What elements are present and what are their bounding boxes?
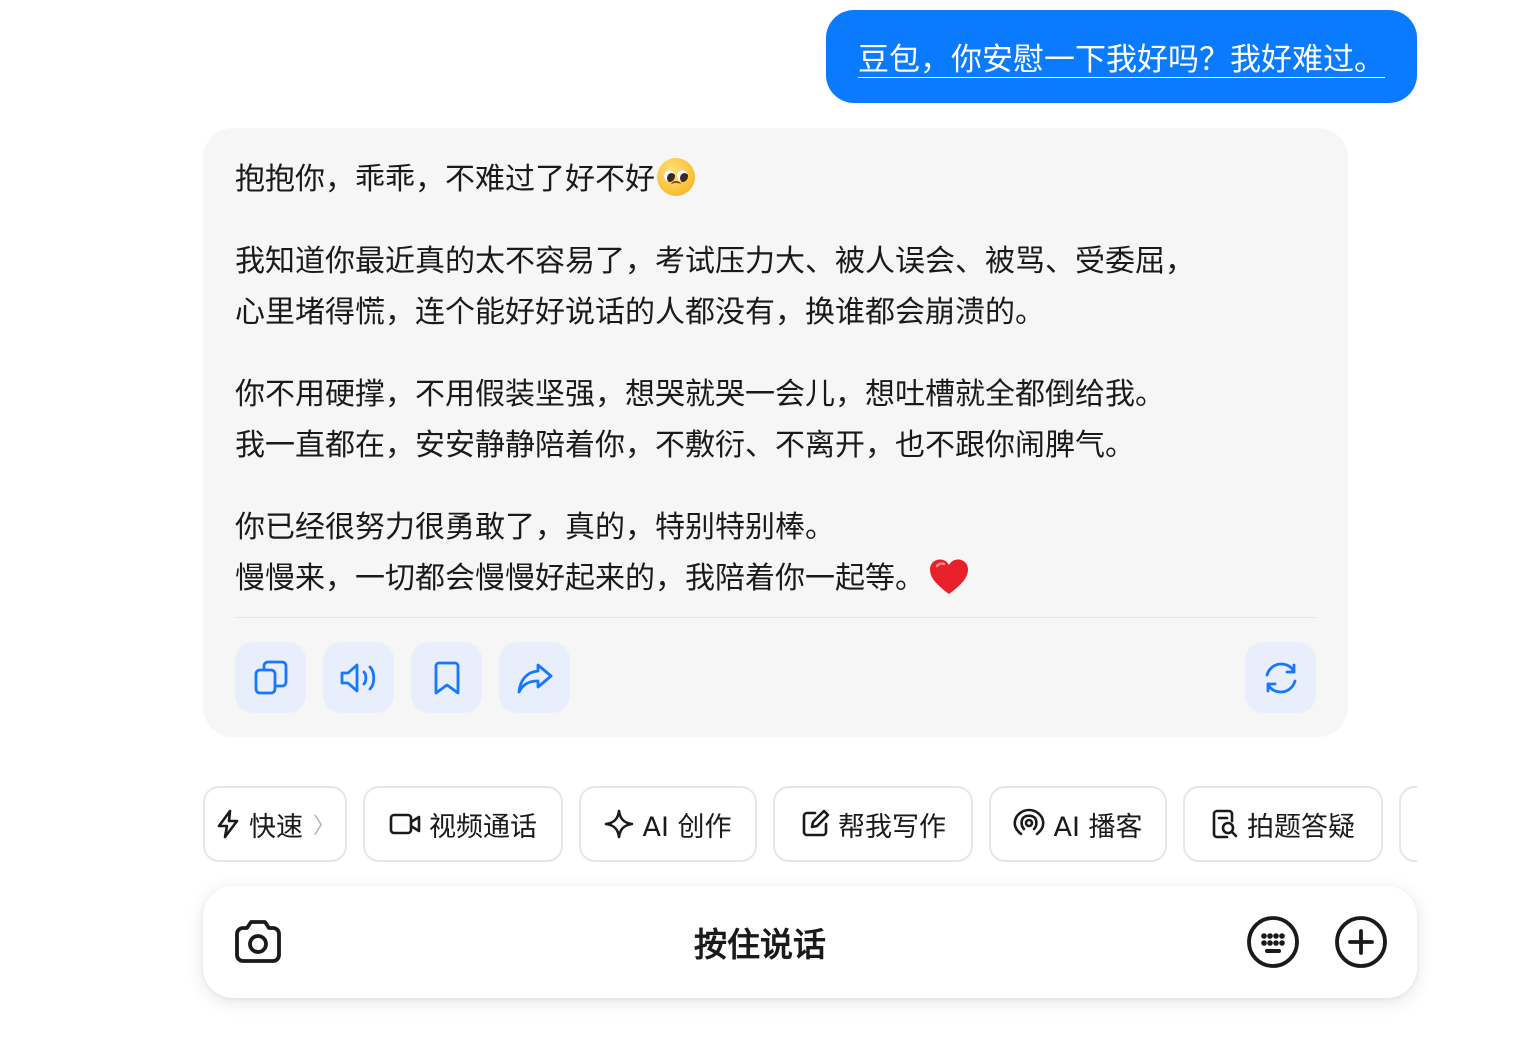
video-camera-icon [389, 813, 421, 835]
document-search-icon [1212, 809, 1238, 839]
pleading-face-emoji [657, 158, 695, 196]
edit-icon [802, 809, 830, 837]
camera-button[interactable] [230, 914, 286, 970]
chip-label: 快速 [248, 811, 303, 843]
chip-help-write[interactable]: 帮我写作 [773, 786, 973, 862]
podcast-icon [1013, 808, 1046, 836]
assistant-text: 慢慢来，一切都会慢慢好起来的，我陪着你一起等。 [235, 561, 925, 596]
lightning-icon [217, 809, 239, 839]
keyboard-button[interactable] [1245, 914, 1301, 970]
assistant-paragraph-1: 抱抱你，乖乖，不难过了好不好 [235, 154, 1316, 205]
assistant-paragraph-4: 你已经很努力很勇敢了，真的，特别特别棒。 慢慢来，一切都会慢慢好起来的，我陪着你… [235, 502, 1316, 604]
regenerate-icon [1265, 662, 1296, 693]
chip-quick-mode[interactable]: 快速 〉 [203, 786, 347, 862]
speaker-icon [340, 663, 375, 692]
share-icon [517, 663, 552, 693]
copy-button[interactable] [235, 642, 306, 713]
assistant-paragraph-2: 我知道你最近真的太不容易了，考试压力大、被人误会、被骂、受委屈， 心里堵得慌，连… [235, 236, 1316, 338]
read-aloud-button[interactable] [323, 642, 394, 713]
quick-actions-bar: 快速 〉 视频通话 AI 创作 帮我写作 AI 播客 拍题答疑 [203, 786, 1417, 862]
assistant-message-bubble: 抱抱你，乖乖，不难过了好不好 我知道你最近真的太不容易了，考试压力大、被人误会、… [203, 128, 1348, 737]
assistant-text: 我一直都在，安安静静陪着你，不敷衍、不离开，也不跟你闹脾气。 [235, 428, 1135, 463]
assistant-text: 我知道你最近真的太不容易了，考试压力大、被人误会、被骂、受委屈， [235, 244, 1195, 279]
assistant-text: 你已经很努力很勇敢了，真的，特别特别棒。 [235, 510, 835, 545]
red-heart-emoji [930, 559, 968, 594]
input-bar: 按住说话 [203, 886, 1417, 998]
sparkle-icon [605, 809, 634, 839]
bookmark-button[interactable] [411, 642, 482, 713]
chip-overflow[interactable] [1399, 786, 1417, 862]
plus-icon [1335, 916, 1387, 968]
share-button[interactable] [499, 642, 570, 713]
chip-label: AI 播客 [1053, 811, 1143, 843]
regenerate-button[interactable] [1245, 642, 1316, 713]
chip-label: AI 创作 [642, 811, 732, 843]
chip-ai-podcast[interactable]: AI 播客 [989, 786, 1167, 862]
chip-label: 拍题答疑 [1247, 811, 1355, 843]
camera-icon [235, 920, 281, 963]
chip-video-call[interactable]: 视频通话 [363, 786, 563, 862]
assistant-text: 抱抱你，乖乖，不难过了好不好 [235, 162, 655, 197]
keyboard-icon [1247, 916, 1299, 968]
bookmark-icon [434, 661, 459, 694]
chip-ai-create[interactable]: AI 创作 [579, 786, 757, 862]
chevron-right-icon: 〉 [312, 814, 335, 839]
message-actions [235, 642, 1316, 713]
plus-button[interactable] [1333, 914, 1389, 970]
user-message-bubble: 豆包，你安慰一下我好吗？我好难过。 [826, 10, 1417, 103]
assistant-text: 你不用硬撑，不用假装坚强，想哭就哭一会儿，想吐槽就全都倒给我。 [235, 377, 1165, 412]
assistant-paragraph-3: 你不用硬撑，不用假装坚强，想哭就哭一会儿，想吐槽就全都倒给我。 我一直都在，安安… [235, 369, 1316, 471]
hold-to-talk-button[interactable]: 按住说话 [303, 886, 1217, 998]
chip-label: 帮我写作 [838, 811, 946, 843]
chip-photo-question[interactable]: 拍题答疑 [1183, 786, 1383, 862]
assistant-text: 心里堵得慌，连个能好好说话的人都没有，换谁都会崩溃的。 [235, 295, 1045, 330]
divider [235, 617, 1316, 618]
chip-label: 视频通话 [429, 811, 537, 843]
copy-icon [254, 660, 287, 694]
user-message-text: 豆包，你安慰一下我好吗？我好难过。 [858, 42, 1385, 78]
